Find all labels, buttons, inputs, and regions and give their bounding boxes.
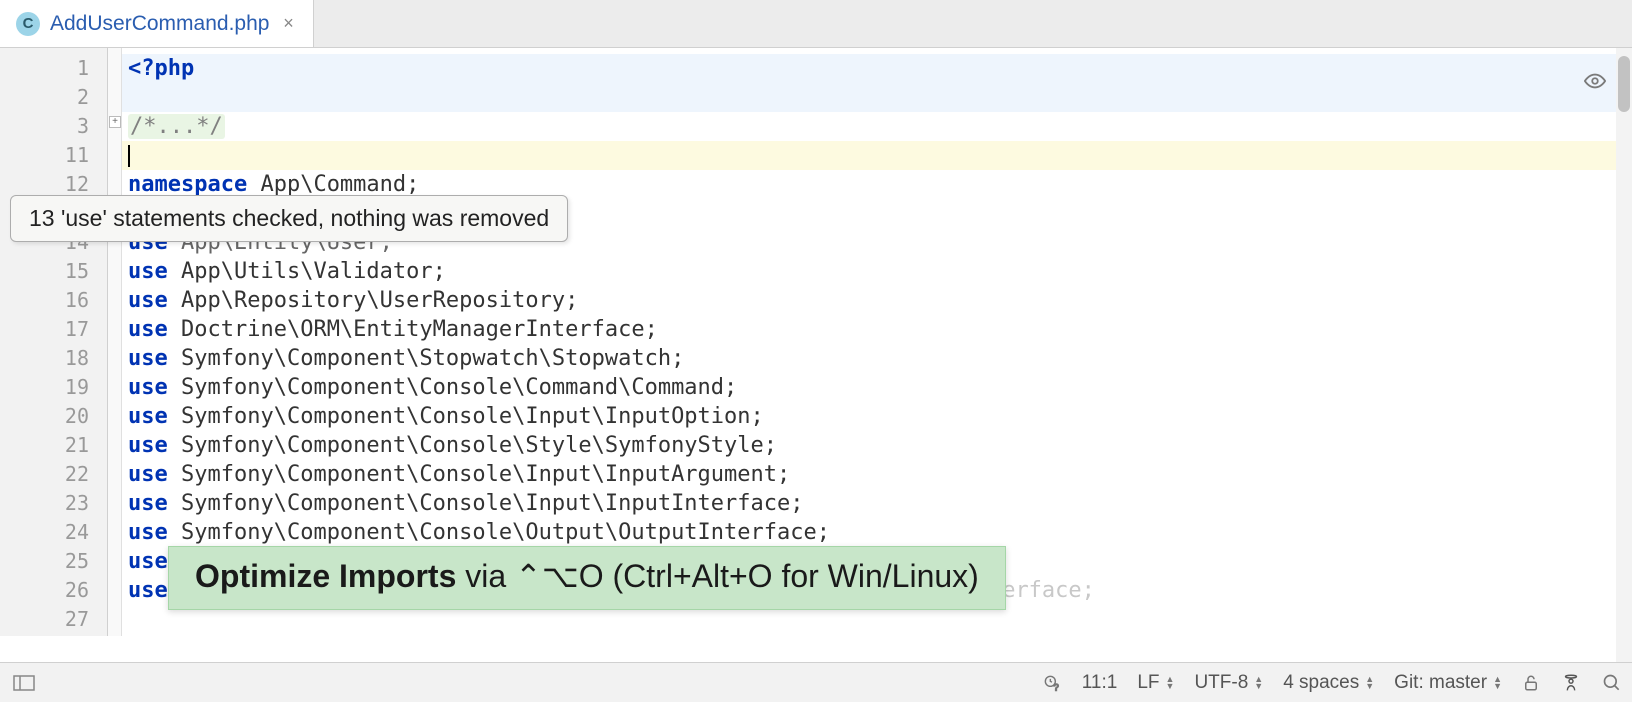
- code-line: use Symfony\Component\Console\Output\Out…: [122, 518, 1632, 547]
- line-number: 19: [0, 373, 89, 402]
- line-number-gutter: 1 2 3 11 12 13 14 15 16 17 18 19 20 21 2…: [0, 48, 108, 636]
- panel-toggle-icon[interactable]: [0, 675, 48, 691]
- git-branch[interactable]: Git: master▲▼: [1384, 672, 1512, 694]
- status-bar: ? 11:1 LF▲▼ UTF-8▲▼ 4 spaces▲▼ Git: mast…: [0, 662, 1632, 702]
- svg-text:?: ?: [1053, 682, 1058, 692]
- line-number: 15: [0, 257, 89, 286]
- code-line: use Symfony\Component\Console\Style\Symf…: [122, 431, 1632, 460]
- line-number: 22: [0, 460, 89, 489]
- cursor-position[interactable]: 11:1: [1072, 672, 1128, 694]
- code-line: use App\Repository\UserRepository;: [122, 286, 1632, 315]
- fold-column: +: [108, 48, 122, 636]
- code-line: [122, 83, 1632, 112]
- scroll-track[interactable]: [1616, 48, 1632, 662]
- indent-setting[interactable]: 4 spaces▲▼: [1273, 672, 1384, 694]
- line-number: 24: [0, 518, 89, 547]
- line-number: 2: [0, 83, 89, 112]
- line-number: 18: [0, 344, 89, 373]
- run-config-icon[interactable]: ?: [1032, 673, 1072, 693]
- code-line: /*...*/: [122, 112, 1632, 141]
- line-number: 1: [0, 54, 89, 83]
- scrollbar-thumb[interactable]: [1618, 56, 1630, 112]
- line-number: 11: [0, 141, 89, 170]
- line-number: 16: [0, 286, 89, 315]
- code-line: use Symfony\Component\Console\Input\Inpu…: [122, 460, 1632, 489]
- tip-rest: via ⌃⌥O (Ctrl+Alt+O for Win/Linux): [456, 558, 978, 594]
- line-number: 20: [0, 402, 89, 431]
- code-line: use Symfony\Component\Console\Input\Inpu…: [122, 402, 1632, 431]
- code-line: use Doctrine\ORM\EntityManagerInterface;: [122, 315, 1632, 344]
- fold-expand-icon[interactable]: +: [109, 116, 121, 128]
- code-line: use App\Utils\Validator;: [122, 257, 1632, 286]
- tip-title: Optimize Imports: [195, 558, 456, 594]
- file-tab[interactable]: C AddUserCommand.php ×: [0, 0, 314, 47]
- line-separator[interactable]: LF▲▼: [1127, 672, 1184, 694]
- inspector-icon[interactable]: [1550, 672, 1592, 694]
- reader-mode-icon[interactable]: [1584, 70, 1606, 92]
- code-line: use Symfony\Component\Stopwatch\Stopwatc…: [122, 344, 1632, 373]
- line-number: 3: [0, 112, 89, 141]
- line-number: 26: [0, 576, 89, 605]
- text-caret: [128, 145, 130, 167]
- code-line: use Symfony\Component\Console\Command\Co…: [122, 373, 1632, 402]
- file-encoding[interactable]: UTF-8▲▼: [1184, 672, 1273, 694]
- code-line: <?php: [122, 54, 1632, 83]
- close-icon[interactable]: ×: [279, 13, 297, 34]
- line-number: 17: [0, 315, 89, 344]
- code-line: use Symfony\Component\Console\Input\Inpu…: [122, 489, 1632, 518]
- line-number: 21: [0, 431, 89, 460]
- inspection-tooltip: 13 'use' statements checked, nothing was…: [10, 195, 568, 242]
- search-icon[interactable]: [1592, 673, 1632, 693]
- line-number: 27: [0, 605, 89, 634]
- tab-bar: C AddUserCommand.php ×: [0, 0, 1632, 48]
- php-class-icon: C: [16, 12, 40, 36]
- line-number: 25: [0, 547, 89, 576]
- line-number: 23: [0, 489, 89, 518]
- code-line-current: [122, 141, 1632, 170]
- tip-banner: Optimize Imports via ⌃⌥O (Ctrl+Alt+O for…: [168, 546, 1006, 610]
- lock-icon[interactable]: [1512, 674, 1550, 692]
- tab-filename: AddUserCommand.php: [50, 12, 269, 36]
